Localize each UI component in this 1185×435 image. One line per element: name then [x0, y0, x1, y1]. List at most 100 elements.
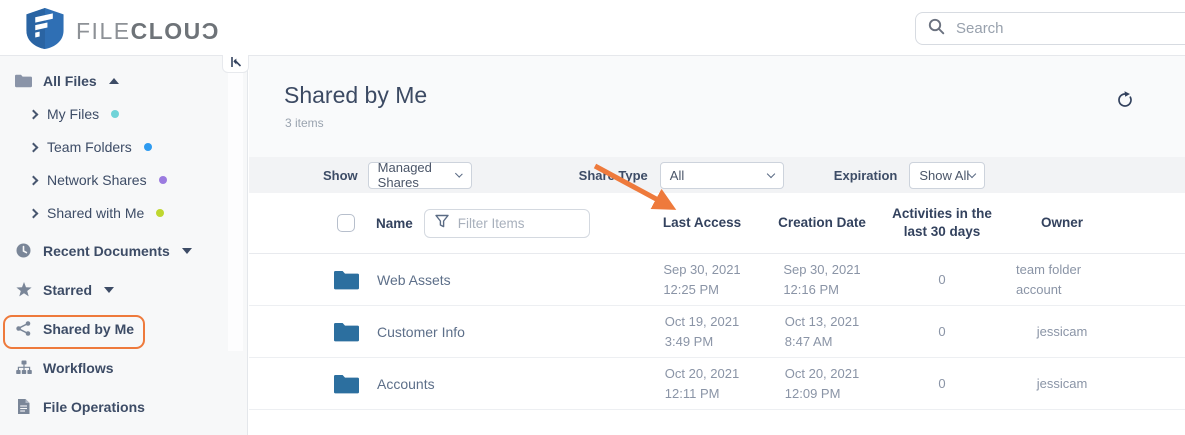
shares-table: Name Last Access Creation Date Activitie… [249, 193, 1185, 410]
sidebar-collapse-button[interactable] [222, 55, 249, 73]
creation-date: Oct 20, 2021 [785, 366, 859, 381]
sidebar-item-label: Starred [43, 282, 92, 298]
last-access-time: 12:11 PM [665, 386, 720, 401]
sidebar-item-network-shares[interactable]: Network Shares [0, 171, 247, 189]
page-title: Shared by Me [284, 82, 427, 109]
share-name[interactable]: Customer Info [377, 324, 465, 340]
funnel-icon [435, 214, 449, 233]
star-icon [14, 282, 33, 297]
owner-name: team folder account [1016, 260, 1108, 299]
sidebar-item-label: Network Shares [47, 172, 147, 188]
last-access-time: 12:25 PM [663, 282, 719, 297]
chevron-right-icon[interactable] [29, 142, 39, 152]
sidebar-item-label: Workflows [43, 360, 114, 376]
creation-time: 12:09 PM [785, 386, 841, 401]
sidebar-item-label: Shared with Me [47, 205, 144, 221]
column-header-owner[interactable]: Owner [1002, 214, 1122, 232]
filecloud-logo[interactable]: FILECLOUƆ [26, 8, 220, 54]
sidebar-item-label: File Operations [43, 399, 145, 415]
filecloud-app: FILECLOUƆ All Files [0, 0, 1185, 435]
folder-icon [334, 374, 359, 394]
creation-time: 8:47 AM [785, 334, 833, 349]
logo-wordmark: FILECLOUƆ [76, 18, 220, 45]
document-icon [14, 399, 33, 414]
expand-caret-icon[interactable] [104, 287, 114, 293]
name-filter-field[interactable] [424, 209, 590, 238]
status-dot [111, 110, 119, 118]
creation-time: 12:16 PM [783, 282, 839, 297]
status-dot [144, 143, 152, 151]
filter-toolbar: Show Managed Shares Share Type All Expir… [249, 157, 1185, 193]
sidebar-item-shared-by-me[interactable]: Shared by Me [0, 319, 247, 338]
sidebar-item-file-operations[interactable]: File Operations [0, 397, 247, 416]
activities-count: 0 [882, 324, 1002, 339]
sidebar-item-my-files[interactable]: My Files [0, 105, 247, 123]
creation-date: Sep 30, 2021 [783, 262, 860, 277]
table-row[interactable]: Customer Info Oct 19, 2021 3:49 PM Oct 13… [249, 306, 1185, 358]
sidebar-item-label: My Files [47, 106, 99, 122]
select-all-checkbox[interactable] [337, 214, 355, 232]
column-header-last-access[interactable]: Last Access [642, 214, 762, 232]
column-header-activities[interactable]: Activities in the last 30 days [882, 205, 1002, 241]
activities-count: 0 [882, 272, 1002, 287]
last-access-time: 3:49 PM [665, 334, 713, 349]
search-input[interactable] [956, 20, 1156, 37]
sidebar-item-team-folders[interactable]: Team Folders [0, 138, 247, 156]
status-dot [159, 176, 167, 184]
share-type-value: All [670, 168, 684, 183]
share-name[interactable]: Web Assets [377, 272, 451, 288]
chevron-down-icon [767, 169, 775, 177]
creation-date: Oct 13, 2021 [785, 314, 859, 329]
last-access-date: Oct 19, 2021 [665, 314, 739, 329]
sidebar-item-all-files[interactable]: All Files [0, 72, 247, 90]
sidebar-item-starred[interactable]: Starred [0, 280, 247, 299]
sidebar-item-label: Recent Documents [43, 243, 170, 259]
expiration-value: Show All [919, 168, 969, 183]
page-header: Shared by Me 3 items [249, 56, 1185, 157]
share-icon [14, 321, 33, 336]
main-content: Shared by Me 3 items Show Managed Shares… [249, 56, 1185, 435]
sidebar-item-label: Team Folders [47, 139, 132, 155]
workflow-icon [14, 360, 33, 375]
sidebar-item-label: All Files [43, 73, 97, 89]
column-header-name[interactable]: Name [376, 216, 413, 231]
show-filter-dropdown[interactable]: Managed Shares [368, 162, 472, 189]
activities-count: 0 [882, 376, 1002, 391]
filecloud-shield-icon [26, 8, 64, 54]
chevron-right-icon[interactable] [29, 109, 39, 119]
sidebar-item-recent-documents[interactable]: Recent Documents [0, 241, 247, 260]
chevron-right-icon[interactable] [29, 208, 39, 218]
global-search[interactable] [915, 12, 1185, 45]
folder-icon [14, 74, 33, 88]
share-name[interactable]: Accounts [377, 376, 435, 392]
status-dot [156, 209, 164, 217]
sidebar: All Files My Files Team Folders Network … [0, 56, 248, 435]
items-count: 3 items [285, 116, 324, 130]
expiration-label: Expiration [834, 168, 898, 183]
collapse-caret-icon[interactable] [109, 78, 119, 84]
chevron-right-icon[interactable] [29, 175, 39, 185]
search-icon [928, 18, 945, 40]
sidebar-item-shared-with-me[interactable]: Shared with Me [0, 204, 247, 222]
share-type-label: Share Type [579, 168, 648, 183]
expiration-dropdown[interactable]: Show All [909, 162, 985, 189]
show-filter-label: Show [323, 168, 358, 183]
owner-name: jessicam [1002, 376, 1122, 391]
clock-icon [14, 243, 33, 258]
chevron-down-icon [968, 169, 976, 177]
sidebar-item-workflows[interactable]: Workflows [0, 358, 247, 377]
last-access-date: Sep 30, 2021 [663, 262, 740, 277]
table-row[interactable]: Accounts Oct 20, 202112:11 PM Oct 20, 20… [249, 358, 1185, 410]
refresh-button[interactable] [1115, 90, 1135, 110]
collapse-arrow-icon [230, 55, 242, 73]
table-row[interactable]: Web Assets Sep 30, 2021 12:25 PM Sep 30, … [249, 254, 1185, 306]
owner-name: jessicam [1002, 324, 1122, 339]
column-header-creation-date[interactable]: Creation Date [762, 214, 882, 232]
sidebar-item-label: Shared by Me [43, 321, 134, 337]
folder-icon [334, 270, 359, 290]
share-type-dropdown[interactable]: All [660, 162, 784, 189]
name-filter-input[interactable] [458, 216, 568, 231]
show-filter-value: Managed Shares [378, 160, 466, 190]
table-header-row: Name Last Access Creation Date Activitie… [249, 193, 1185, 254]
expand-caret-icon[interactable] [182, 248, 192, 254]
